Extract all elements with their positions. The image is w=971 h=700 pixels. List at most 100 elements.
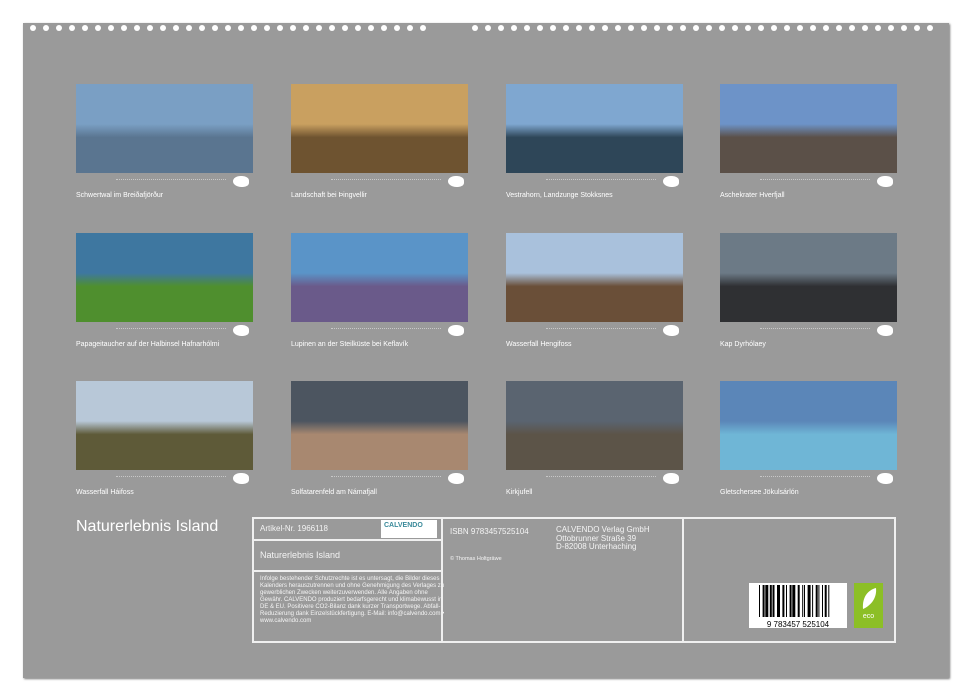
binding-hole (875, 25, 881, 31)
binding-hole (615, 25, 621, 31)
mini-calendar-days (331, 476, 441, 479)
copyright: © Thomas Holtgräwe (450, 556, 502, 562)
leaf-icon (860, 587, 878, 611)
barcode-bar (782, 585, 784, 617)
iceland-map-icon (663, 176, 679, 187)
binding-hole (784, 25, 790, 31)
mini-calendar-strip (506, 176, 683, 192)
photo-caption: Solfatarenfeld am Námafjall (291, 489, 377, 496)
month-photo (506, 84, 683, 173)
binding-hole (82, 25, 88, 31)
info-column-left: Artikel-Nr. 1966118 CALVENDO Naturerlebn… (254, 519, 443, 641)
barcode-bar (763, 585, 765, 617)
month-photo (76, 233, 253, 322)
binding-hole (797, 25, 803, 31)
mini-calendar-strip (291, 176, 468, 192)
barcode: 9 783457 525104 (749, 583, 847, 628)
mini-calendar-strip (76, 325, 253, 341)
barcode-bar (822, 585, 823, 617)
binding-hole (823, 25, 829, 31)
binding-hole (238, 25, 244, 31)
binding-hole (693, 25, 699, 31)
iceland-map-icon (448, 176, 464, 187)
photo-caption: Wasserfall Hengifoss (506, 341, 572, 348)
barcode-bar (792, 585, 795, 617)
barcode-bar (808, 585, 811, 617)
binding-hole (420, 25, 426, 31)
binding-hole (654, 25, 660, 31)
binding-hole (147, 25, 153, 31)
mini-calendar-strip (291, 473, 468, 489)
month-photo (720, 84, 897, 173)
binding-hole (225, 25, 231, 31)
legal-text: Infolge bestehender Schutzrechte ist es … (260, 576, 445, 625)
info-column-middle: ISBN 9783457525104 © Thomas Holtgräwe CA… (443, 519, 684, 641)
month-photo (506, 381, 683, 470)
mini-calendar-strip (720, 176, 897, 192)
mini-calendar-days (116, 179, 226, 182)
publisher-address: CALVENDO Verlag GmbH Ottobrunner Straße … (556, 526, 650, 552)
info-box: Artikel-Nr. 1966118 CALVENDO Naturerlebn… (252, 517, 896, 643)
binding-hole (550, 25, 556, 31)
binding-hole (355, 25, 361, 31)
binding-hole (810, 25, 816, 31)
barcode-bar (818, 585, 819, 617)
binding-hole (173, 25, 179, 31)
month-photo (506, 233, 683, 322)
binding-hole (732, 25, 738, 31)
spiral-binding-holes (30, 25, 945, 33)
mini-calendar-strip (291, 325, 468, 341)
iceland-map-icon (663, 473, 679, 484)
iceland-map-icon (448, 473, 464, 484)
binding-hole (394, 25, 400, 31)
barcode-bar (777, 585, 780, 617)
binding-hole (914, 25, 920, 31)
binding-hole (134, 25, 140, 31)
mini-calendar-strip (76, 473, 253, 489)
binding-hole (186, 25, 192, 31)
binding-hole (290, 25, 296, 31)
photo-caption: Vestrahorn, Landzunge Stokksnes (506, 192, 613, 199)
barcode-bar (786, 585, 787, 617)
calvendo-logo: CALVENDO (381, 520, 437, 538)
binding-hole (212, 25, 218, 31)
iceland-map-icon (663, 325, 679, 336)
binding-hole (30, 25, 36, 31)
mini-calendar-strip (506, 325, 683, 341)
barcode-bar (828, 585, 829, 617)
binding-hole (69, 25, 75, 31)
barcode-bar (770, 585, 772, 617)
mini-calendar-days (116, 328, 226, 331)
binding-hole (43, 25, 49, 31)
mini-calendar-days (116, 476, 226, 479)
binding-hole (537, 25, 543, 31)
month-photo (76, 381, 253, 470)
month-photo (76, 84, 253, 173)
binding-hole (680, 25, 686, 31)
article-number: Artikel-Nr. 1966118 (260, 524, 328, 533)
month-photo (291, 381, 468, 470)
iceland-map-icon (233, 473, 249, 484)
mini-calendar-strip (720, 325, 897, 341)
iceland-map-icon (877, 325, 893, 336)
mini-calendar-days (546, 179, 656, 182)
iceland-map-icon (448, 325, 464, 336)
binding-hole (368, 25, 374, 31)
binding-hole (264, 25, 270, 31)
mini-calendar-days (760, 179, 870, 182)
binding-hole (758, 25, 764, 31)
binding-hole (524, 25, 530, 31)
product-title: Naturerlebnis Island (260, 550, 340, 560)
mini-calendar-strip (506, 473, 683, 489)
binding-hole (576, 25, 582, 31)
month-photo (720, 233, 897, 322)
publisher-city: D-82008 Unterhaching (556, 543, 650, 552)
mini-calendar-days (331, 179, 441, 182)
binding-hole (329, 25, 335, 31)
barcode-bar (759, 585, 760, 617)
binding-hole (771, 25, 777, 31)
binding-hole (511, 25, 517, 31)
barcode-bar (790, 585, 792, 617)
photo-caption: Aschekrater Hverfjall (720, 192, 785, 199)
binding-hole (862, 25, 868, 31)
